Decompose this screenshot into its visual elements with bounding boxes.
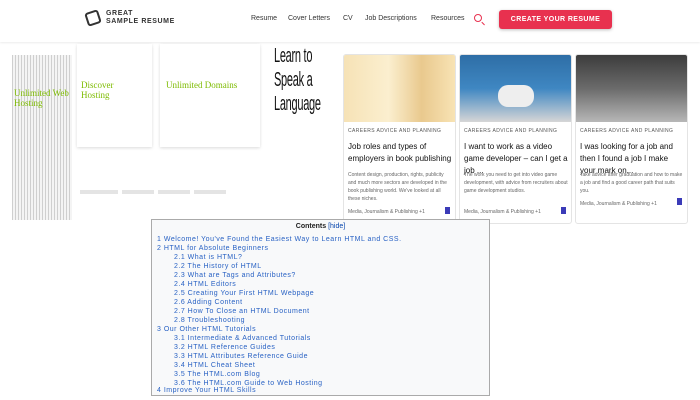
logo-line-2: SAMPLE RESUME <box>106 18 175 25</box>
ad-box-2[interactable]: Unlimited Domains <box>160 44 260 147</box>
game-controller-icon <box>498 85 534 107</box>
card-image <box>460 55 571 122</box>
toc-item[interactable]: 3.3 HTML Attributes Reference Guide <box>174 353 308 360</box>
card-category[interactable]: CAREERS ADVICE AND PLANNING <box>348 128 441 134</box>
card-meta[interactable]: Media, Journalism & Publishing +1 <box>580 201 657 207</box>
nav-resources[interactable]: Resources <box>431 15 464 22</box>
ad-banner-strip[interactable] <box>12 55 72 220</box>
table-of-contents: Contents [hide] 1 Welcome! You've Found … <box>151 219 490 396</box>
card-description: The work you need to get into video game… <box>464 172 568 194</box>
create-resume-button[interactable]: CREATE YOUR RESUME <box>499 10 612 29</box>
card-title[interactable]: Job roles and types of employers in book… <box>348 141 452 165</box>
toc-title: Contents <box>295 223 327 230</box>
toc-item[interactable]: 3.1 Intermediate & Advanced Tutorials <box>174 335 311 342</box>
card-description: Content design, production, rights, publ… <box>348 172 447 202</box>
article-card[interactable]: CAREERS ADVICE AND PLANNING Job roles an… <box>343 54 456 224</box>
card-meta[interactable]: Media, Journalism & Publishing +1 <box>464 209 541 215</box>
bookmark-icon[interactable] <box>561 207 566 214</box>
ad-text-2: Discover Hosting <box>81 80 114 100</box>
card-category[interactable]: CAREERS ADVICE AND PLANNING <box>464 128 557 134</box>
card-category[interactable]: CAREERS ADVICE AND PLANNING <box>580 128 673 134</box>
nav-cover-letters[interactable]: Cover Letters <box>288 15 330 22</box>
card-meta[interactable]: Media, Journalism & Publishing +1 <box>348 209 425 215</box>
logo-icon <box>84 9 102 27</box>
article-card[interactable]: CAREERS ADVICE AND PLANNING I was lookin… <box>575 54 688 224</box>
ad-box-1[interactable]: Discover Hosting <box>77 44 152 147</box>
bookmark-icon[interactable] <box>445 207 450 214</box>
nav-job-descriptions[interactable]: Job Descriptions <box>365 15 417 22</box>
toc-item[interactable]: 4 Improve Your HTML Skills <box>157 387 256 394</box>
site-header: GREAT SAMPLE RESUME Resume Cover Letters… <box>0 0 700 42</box>
toc-item[interactable]: 3.6 The HTML.com Guide to Web Hosting <box>174 380 323 387</box>
toc-item[interactable]: 3.2 HTML Reference Guides <box>174 344 275 351</box>
nav-resume[interactable]: Resume <box>251 15 277 22</box>
article-card[interactable]: CAREERS ADVICE AND PLANNING I want to wo… <box>459 54 572 224</box>
toc-hide-link[interactable]: [hide] <box>328 223 345 230</box>
search-icon[interactable] <box>474 14 482 22</box>
toc-item[interactable]: 2.4 HTML Editors <box>174 281 236 288</box>
ad-text-3: Unlimited Domains <box>166 80 238 90</box>
bookmark-icon[interactable] <box>677 198 682 205</box>
toc-item[interactable]: 2.8 Troubleshooting <box>174 317 245 324</box>
toc-item[interactable]: 2.2 The History of HTML <box>174 263 262 270</box>
toc-item[interactable]: 1 Welcome! You've Found the Easiest Way … <box>157 236 402 243</box>
learn-language-ad[interactable]: Learn to Speak a Language <box>274 44 340 116</box>
toc-item[interactable]: 3 Our Other HTML Tutorials <box>157 326 256 333</box>
toc-item[interactable]: 2.7 How To Close an HTML Document <box>174 308 310 315</box>
toc-item[interactable]: 2 HTML for Absolute Beginners <box>157 245 269 252</box>
card-description: Take advice after graduation and how to … <box>580 172 683 194</box>
site-logo[interactable]: GREAT SAMPLE RESUME <box>84 9 175 27</box>
ad-bottom-panel <box>78 190 260 220</box>
ad-text-1[interactable]: Unlimited Web Hosting <box>14 88 70 108</box>
toc-item[interactable]: 3.4 HTML Cheat Sheet <box>174 362 255 369</box>
nav-cv[interactable]: CV <box>343 15 353 22</box>
toc-item[interactable]: 2.5 Creating Your First HTML Webpage <box>174 290 314 297</box>
toc-item[interactable]: 2.1 What is HTML? <box>174 254 242 261</box>
logo-line-1: GREAT <box>106 10 133 17</box>
card-image <box>344 55 455 122</box>
toc-item[interactable]: 2.3 What are Tags and Attributes? <box>174 272 296 279</box>
toc-item[interactable]: 2.6 Adding Content <box>174 299 243 306</box>
card-image <box>576 55 687 122</box>
toc-item[interactable]: 3.5 The HTML.com Blog <box>174 371 260 378</box>
